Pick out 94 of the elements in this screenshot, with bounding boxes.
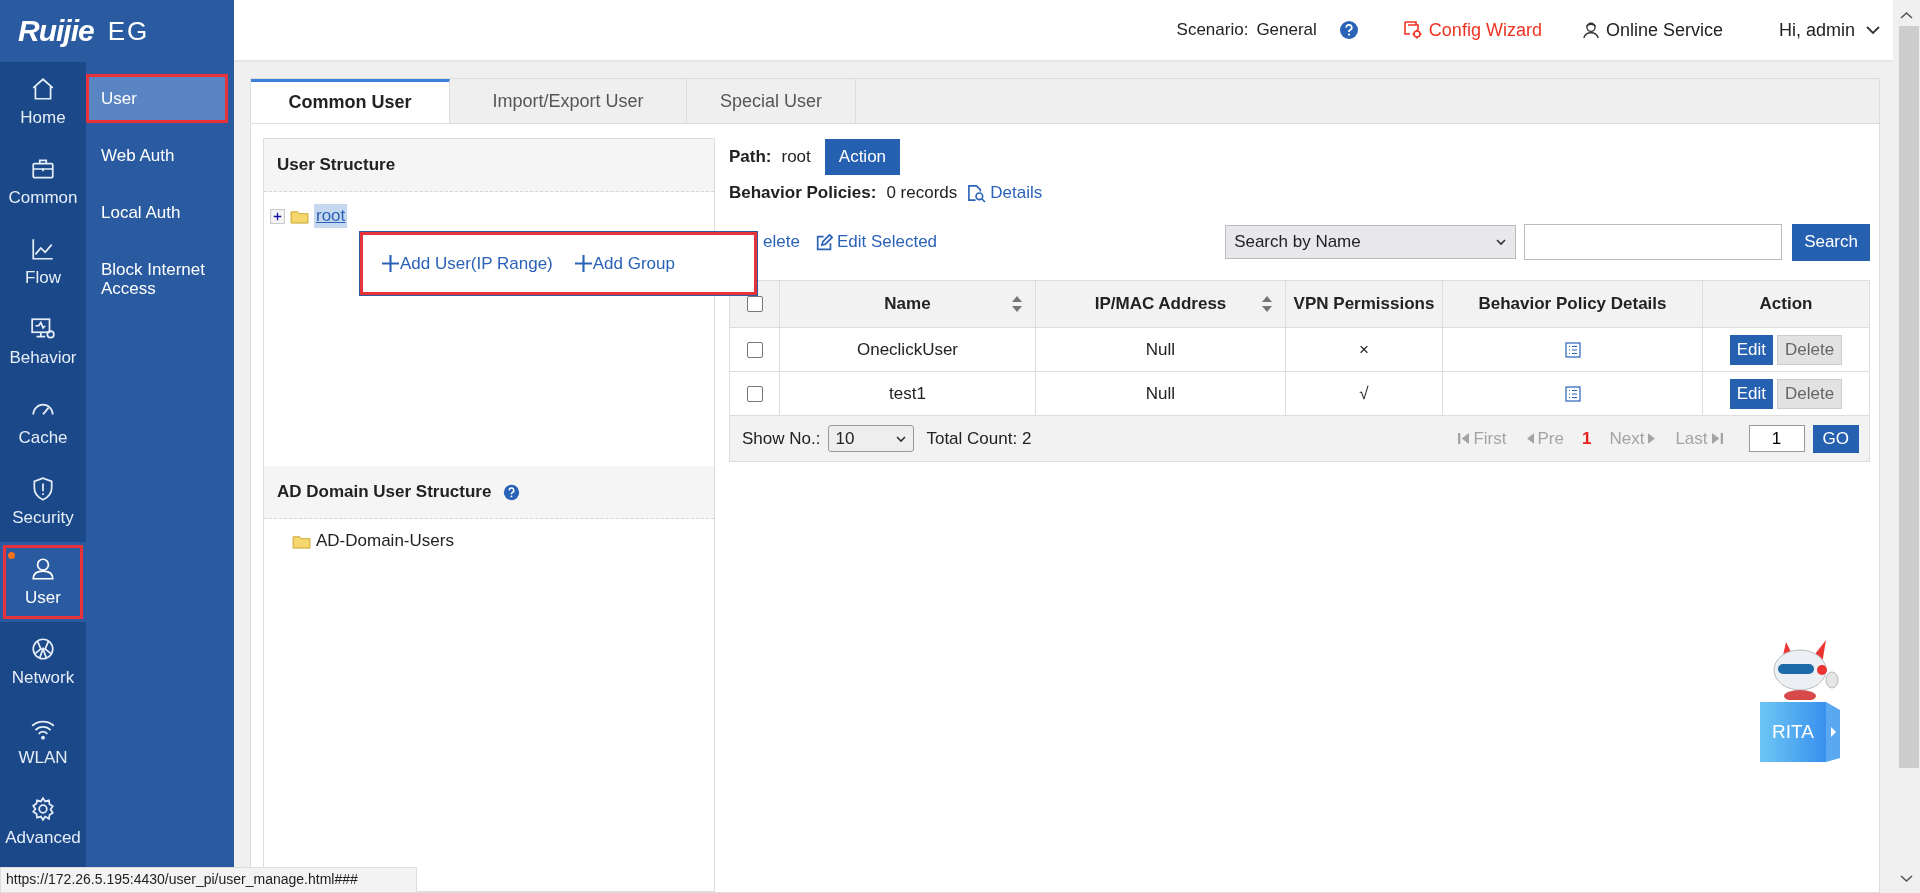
- column-header: Behavior Policy Details: [1478, 294, 1667, 314]
- gear-icon: [30, 796, 56, 822]
- brand-logo: Ruijie: [18, 14, 94, 48]
- action-button[interactable]: Action: [824, 139, 901, 175]
- triangle-right-icon: [1648, 432, 1656, 445]
- model-name: EG: [107, 15, 150, 47]
- sub-menu-item[interactable]: Local Auth: [86, 188, 228, 237]
- nav-item[interactable]: Cache: [0, 382, 86, 462]
- tree-node[interactable]: root: [314, 204, 348, 228]
- list-icon[interactable]: [1564, 341, 1581, 358]
- nav-item[interactable]: Security: [0, 462, 86, 542]
- table-cell: √: [1359, 383, 1369, 404]
- shield-icon: [30, 476, 56, 502]
- chart-icon: [30, 236, 56, 262]
- scenario-label: Scenario:: [1176, 20, 1249, 40]
- column-header: Name: [884, 294, 931, 314]
- sub-menu-item[interactable]: Web Auth: [86, 131, 228, 180]
- last-page-icon: [1711, 432, 1723, 445]
- first-page-icon: [1458, 432, 1470, 445]
- monitor-icon: [30, 316, 56, 342]
- nav-item[interactable]: Flow: [0, 222, 86, 302]
- nav-item[interactable]: WLAN: [0, 702, 86, 782]
- plus-icon: [574, 255, 592, 272]
- expand-icon[interactable]: [270, 208, 285, 224]
- current-page: 1: [1581, 428, 1592, 449]
- folder-icon: [290, 208, 309, 224]
- document-search-icon: [967, 183, 987, 203]
- total-count: Total Count: 2: [926, 428, 1032, 449]
- policies-count: 0 records: [886, 183, 958, 203]
- edit-button[interactable]: Edit: [1729, 334, 1774, 365]
- status-bar-url: https://172.26.5.195:4430/user_pi/user_manage.html###: [0, 867, 417, 893]
- online-service-link[interactable]: Online Service: [1581, 19, 1723, 41]
- menu-item[interactable]: Add Group: [574, 253, 675, 274]
- delete-link[interactable]: elete: [763, 232, 800, 252]
- tree-node[interactable]: AD-Domain-Users: [316, 531, 454, 551]
- page-number-field[interactable]: 1: [1748, 425, 1805, 452]
- row-checkbox[interactable]: [746, 341, 763, 358]
- triangle-left-icon: [1526, 432, 1534, 445]
- edit-selected-link[interactable]: Edit Selected: [815, 232, 938, 252]
- show-label: Show No.:: [742, 428, 821, 449]
- nav-item[interactable]: Common: [0, 142, 86, 222]
- column-header: Action: [1759, 294, 1813, 314]
- table-cell: OneclickUser: [856, 339, 959, 360]
- delete-button[interactable]: Delete: [1777, 378, 1843, 409]
- table-cell: Null: [1145, 383, 1176, 404]
- folder-icon: [292, 533, 311, 549]
- select-all-checkbox[interactable]: [746, 296, 763, 312]
- chevron-down-icon: [1495, 236, 1508, 248]
- scenario-value: General: [1256, 20, 1317, 40]
- nav-item[interactable]: Behavior: [0, 302, 86, 382]
- config-wizard-link[interactable]: Config Wizard: [1402, 19, 1542, 41]
- go-button[interactable]: GO: [1812, 424, 1859, 453]
- list-icon[interactable]: [1564, 385, 1581, 402]
- user-icon: [30, 556, 56, 582]
- sort-icon[interactable]: [1261, 295, 1273, 313]
- search-field[interactable]: [1524, 224, 1783, 260]
- search-button[interactable]: Search: [1792, 223, 1870, 261]
- edit-icon: [815, 233, 833, 251]
- edit-button[interactable]: Edit: [1729, 378, 1774, 409]
- sub-menu-item[interactable]: User: [86, 74, 228, 123]
- page-size-select[interactable]: 10: [828, 425, 915, 452]
- column-header: IP/MAC Address: [1094, 294, 1227, 314]
- details-link[interactable]: Details: [967, 183, 1043, 203]
- sub-menu-item[interactable]: Block Internet Access: [86, 245, 228, 313]
- column-header: VPN Permissions: [1293, 294, 1435, 314]
- home-icon: [30, 76, 56, 102]
- path-label: Path:: [729, 147, 772, 167]
- menu-item[interactable]: Add User(IP Range): [382, 253, 553, 274]
- card-title: User Structure: [277, 155, 396, 175]
- path-value: root: [781, 147, 811, 167]
- briefcase-icon: [30, 156, 56, 182]
- help-icon[interactable]: [503, 483, 521, 501]
- wizard-icon: [1402, 20, 1423, 40]
- user-menu[interactable]: Hi, admin: [1778, 19, 1881, 41]
- nav-item[interactable]: Network: [0, 622, 86, 702]
- tab[interactable]: Common User: [251, 79, 450, 123]
- sort-icon[interactable]: [1011, 295, 1023, 313]
- plus-icon: [382, 255, 399, 272]
- nav-item[interactable]: Home: [0, 62, 86, 142]
- nav-item[interactable]: User: [0, 542, 86, 622]
- table-cell: Null: [1145, 339, 1176, 360]
- row-checkbox[interactable]: [746, 385, 763, 402]
- scrollbar[interactable]: [1893, 0, 1920, 893]
- delete-button[interactable]: Delete: [1777, 334, 1843, 365]
- help-icon[interactable]: [1338, 20, 1359, 40]
- tab[interactable]: Special User: [687, 79, 856, 123]
- card-title: AD Domain User Structure: [277, 482, 492, 502]
- person-icon: [1581, 21, 1600, 39]
- search-type-select[interactable]: Search by Name: [1225, 225, 1517, 259]
- nav-item[interactable]: Advanced: [0, 782, 86, 862]
- tab[interactable]: Import/Export User: [450, 79, 687, 123]
- table-cell: test1: [889, 383, 926, 404]
- policies-label: Behavior Policies:: [729, 183, 877, 203]
- table-cell: ×: [1359, 339, 1369, 360]
